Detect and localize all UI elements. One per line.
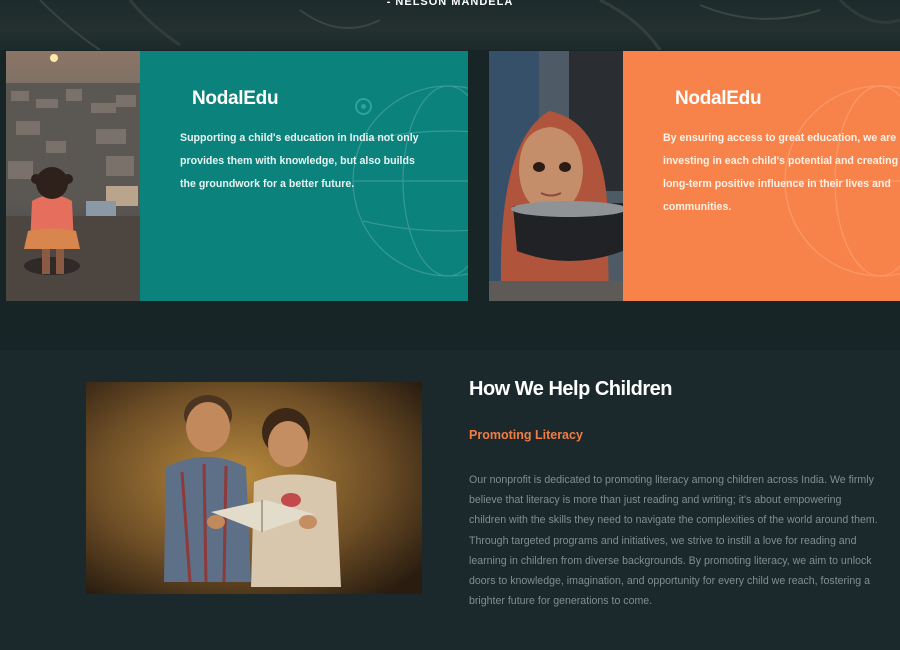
card-brand: NodalEdu (192, 88, 279, 109)
card-description: Supporting a child's education in India … (180, 132, 419, 190)
carousel-indicator-icon[interactable] (355, 98, 372, 115)
info-card-1: NodalEdu Supporting a child's education … (6, 51, 468, 301)
section-subtitle: Promoting Literacy (469, 428, 583, 442)
card-description: By ensuring access to great education, w… (663, 132, 900, 213)
quote-author: - NELSON MANDELA (386, 0, 514, 8)
card-panel-teal: NodalEdu Supporting a child's education … (140, 51, 468, 301)
card-brand: NodalEdu (675, 88, 762, 109)
info-card-2: NodalEdu By ensuring access to great edu… (489, 51, 900, 301)
section-body-text: Our nonprofit is dedicated to promoting … (469, 474, 878, 608)
children-reading-photo (86, 382, 422, 594)
card-photo-girl-headscarf (489, 51, 623, 301)
card-panel-orange: NodalEdu By ensuring access to great edu… (623, 51, 900, 301)
section-title: How We Help Children (469, 378, 672, 400)
card-photo-girl-slum (6, 51, 140, 301)
how-we-help-section: How We Help Children Promoting Literacy … (0, 351, 900, 650)
quote-banner: - NELSON MANDELA (0, 0, 900, 50)
cards-section: NodalEdu Supporting a child's education … (0, 50, 900, 350)
